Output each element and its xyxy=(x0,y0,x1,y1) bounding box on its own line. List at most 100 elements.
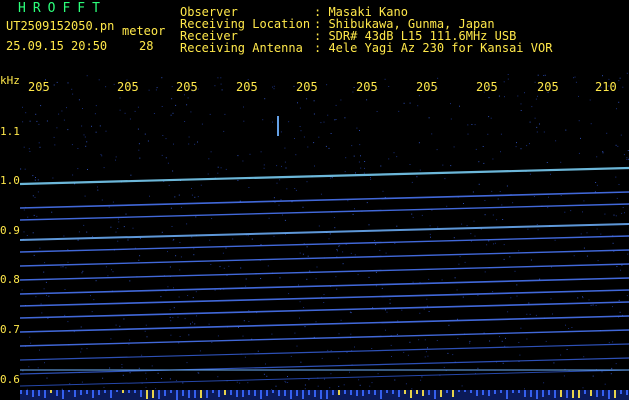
noise-speck xyxy=(39,248,40,249)
noise-speck xyxy=(369,224,370,225)
noise-speck xyxy=(520,328,521,329)
noise-speck xyxy=(45,79,46,80)
noise-speck xyxy=(308,256,309,257)
timeline-tick xyxy=(488,390,490,396)
noise-speck xyxy=(326,146,327,147)
noise-speck xyxy=(68,82,69,83)
noise-speck xyxy=(347,200,348,201)
noise-speck xyxy=(29,148,30,149)
noise-speck xyxy=(354,208,355,209)
noise-speck xyxy=(442,279,443,280)
noise-speck xyxy=(505,338,506,339)
noise-speck xyxy=(173,239,174,240)
noise-speck xyxy=(71,89,72,90)
noise-speck xyxy=(178,343,179,344)
noise-speck xyxy=(412,182,413,183)
noise-speck xyxy=(421,376,422,377)
noise-speck xyxy=(531,260,532,261)
noise-speck xyxy=(198,89,199,90)
noise-speck xyxy=(615,177,616,178)
noise-speck xyxy=(139,158,140,159)
timeline-tick xyxy=(398,390,400,397)
timestamp: 25.09.15 20:50 xyxy=(6,40,107,52)
noise-speck xyxy=(627,254,628,255)
noise-speck xyxy=(217,77,218,78)
noise-speck xyxy=(309,271,310,272)
meteor-label: meteor xyxy=(122,25,165,37)
noise-speck xyxy=(538,75,539,76)
noise-speck xyxy=(498,199,499,200)
noise-speck xyxy=(499,96,500,97)
noise-speck xyxy=(87,169,88,170)
noise-speck xyxy=(465,262,466,263)
noise-speck xyxy=(319,226,320,227)
noise-speck xyxy=(61,111,62,112)
noise-speck xyxy=(509,256,510,257)
noise-speck xyxy=(99,79,100,80)
noise-speck xyxy=(46,282,47,283)
noise-speck xyxy=(446,206,447,207)
noise-speck xyxy=(82,382,83,383)
noise-speck xyxy=(606,133,607,134)
y-tick-label: 0.7 xyxy=(0,323,20,336)
noise-speck xyxy=(114,84,115,85)
noise-speck xyxy=(345,171,346,172)
noise-speck xyxy=(574,255,575,256)
noise-speck xyxy=(394,152,395,153)
noise-speck xyxy=(583,387,584,388)
noise-speck xyxy=(116,232,117,233)
noise-speck xyxy=(277,183,278,184)
noise-speck xyxy=(22,121,23,122)
noise-speck xyxy=(339,333,340,334)
noise-speck xyxy=(571,327,572,328)
noise-speck xyxy=(284,148,285,149)
noise-speck xyxy=(135,111,136,112)
noise-speck xyxy=(371,348,372,349)
noise-speck xyxy=(261,244,262,245)
noise-speck xyxy=(138,107,139,108)
noise-speck xyxy=(96,132,97,133)
noise-speck xyxy=(161,378,162,379)
noise-speck xyxy=(324,122,325,123)
timeline-tick xyxy=(224,390,226,395)
timeline-tick xyxy=(620,390,622,394)
noise-speck xyxy=(473,192,474,193)
timeline-tick xyxy=(608,390,610,399)
noise-speck xyxy=(397,320,398,321)
noise-speck xyxy=(502,341,503,342)
noise-speck xyxy=(324,294,325,295)
noise-speck xyxy=(457,289,458,290)
noise-speck xyxy=(529,143,530,144)
noise-speck xyxy=(286,168,287,169)
timeline-tick xyxy=(326,390,328,399)
timeline-tick xyxy=(362,390,364,396)
timeline-tick xyxy=(272,390,274,393)
timeline-tick xyxy=(50,390,52,393)
noise-speck xyxy=(535,118,536,119)
noise-speck xyxy=(583,356,584,357)
noise-speck xyxy=(166,138,167,139)
noise-speck xyxy=(190,111,191,112)
noise-speck xyxy=(406,383,407,384)
noise-speck xyxy=(620,312,621,313)
timeline-tick xyxy=(602,390,604,396)
noise-speck xyxy=(214,85,215,86)
noise-speck xyxy=(268,265,269,266)
noise-speck xyxy=(170,317,171,318)
noise-speck xyxy=(194,144,195,145)
noise-speck xyxy=(519,355,520,356)
timeline-tick xyxy=(296,390,298,396)
noise-speck xyxy=(123,319,124,320)
noise-speck xyxy=(285,381,286,382)
noise-speck xyxy=(390,299,391,300)
noise-speck xyxy=(517,96,518,97)
noise-speck xyxy=(189,137,190,138)
noise-speck xyxy=(41,303,42,304)
noise-speck xyxy=(118,221,119,222)
noise-speck xyxy=(285,162,286,163)
noise-speck xyxy=(360,155,361,156)
noise-speck xyxy=(265,364,266,365)
y-tick-label: 1.0 xyxy=(0,174,20,187)
noise-speck xyxy=(281,199,282,200)
noise-speck xyxy=(616,108,617,109)
